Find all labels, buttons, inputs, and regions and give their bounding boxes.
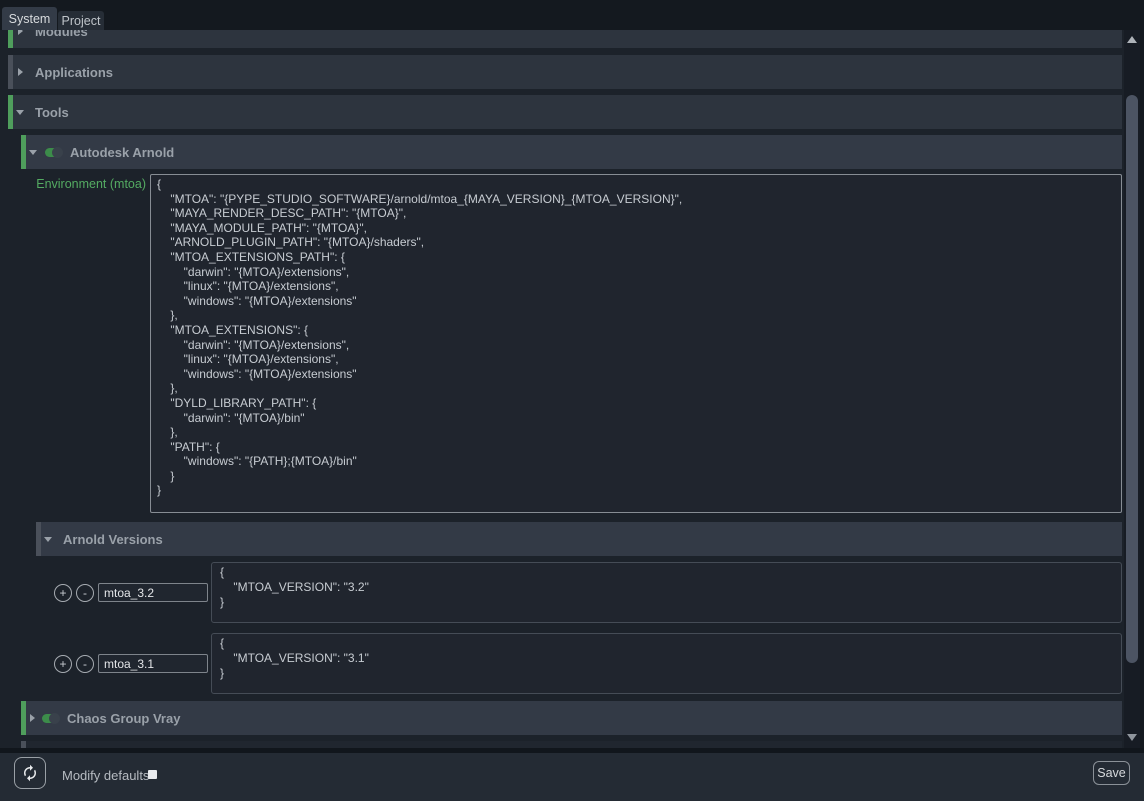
- tab-system[interactable]: System: [2, 7, 57, 30]
- clipped-next-row: [21, 741, 1122, 748]
- add-version-button[interactable]: +: [54, 655, 72, 673]
- remove-version-button[interactable]: -: [76, 655, 94, 673]
- default-indicator-bar: [8, 55, 13, 89]
- vertical-scrollbar[interactable]: [1124, 30, 1140, 748]
- toggle-knob: [49, 713, 60, 724]
- enabled-toggle[interactable]: [45, 148, 62, 157]
- chevron-right-icon: [18, 30, 23, 35]
- scrollbar-thumb[interactable]: [1126, 95, 1138, 663]
- scroll-down-arrow-icon[interactable]: [1127, 734, 1137, 741]
- version-json-editor[interactable]: { "MTOA_VERSION": "3.1" }: [211, 633, 1122, 694]
- settings-window: System Project Modules Applications Tool…: [0, 0, 1144, 801]
- tab-bar: System Project: [0, 0, 1144, 30]
- modify-defaults-checkbox[interactable]: [148, 770, 157, 779]
- group-label: Chaos Group Vray: [67, 711, 180, 726]
- version-name-input[interactable]: [98, 654, 208, 673]
- modified-indicator-bar: [21, 701, 26, 735]
- refresh-icon: [21, 764, 39, 782]
- default-indicator-bar: [36, 522, 41, 556]
- chevron-right-icon: [30, 714, 35, 722]
- remove-version-button[interactable]: -: [76, 584, 94, 602]
- scroll-up-arrow-icon[interactable]: [1127, 36, 1137, 43]
- section-header-modules[interactable]: Modules: [8, 30, 1122, 48]
- section-label: Modules: [35, 30, 88, 39]
- version-json-editor[interactable]: { "MTOA_VERSION": "3.2" }: [211, 562, 1122, 623]
- default-indicator-bar: [21, 741, 26, 748]
- section-label: Tools: [35, 105, 69, 120]
- modified-indicator-bar: [8, 95, 13, 129]
- refresh-button[interactable]: [14, 757, 46, 789]
- chevron-down-icon: [29, 150, 37, 155]
- tab-project[interactable]: Project: [58, 11, 104, 30]
- section-label: Applications: [35, 65, 113, 80]
- section-header-tools[interactable]: Tools: [8, 95, 1122, 129]
- footer-bar: Modify defaults Save: [0, 753, 1144, 801]
- save-button[interactable]: Save: [1093, 761, 1130, 785]
- modified-indicator-bar: [21, 135, 26, 169]
- enabled-toggle[interactable]: [42, 714, 59, 723]
- chevron-right-icon: [18, 68, 23, 76]
- version-name-input[interactable]: [98, 583, 208, 602]
- toggle-knob: [52, 147, 63, 158]
- add-version-button[interactable]: +: [54, 584, 72, 602]
- group-header-autodesk-arnold[interactable]: Autodesk Arnold: [21, 135, 1122, 169]
- chevron-down-icon: [44, 537, 52, 542]
- environment-mtoa-label: Environment (mtoa): [8, 177, 146, 191]
- group-header-chaos-group-vray[interactable]: Chaos Group Vray: [21, 701, 1122, 735]
- modified-indicator-bar: [8, 30, 13, 48]
- chevron-down-icon: [16, 110, 24, 115]
- settings-scroll-area: Modules Applications Tools Autodesk Arno…: [0, 30, 1124, 748]
- environment-mtoa-json-editor[interactable]: { "MTOA": "{PYPE_STUDIO_SOFTWARE}/arnold…: [150, 174, 1122, 513]
- group-header-arnold-versions[interactable]: Arnold Versions: [36, 522, 1122, 556]
- group-label: Arnold Versions: [63, 532, 163, 547]
- group-label: Autodesk Arnold: [70, 145, 174, 160]
- modify-defaults-label: Modify defaults: [62, 768, 149, 783]
- section-header-applications[interactable]: Applications: [8, 55, 1122, 89]
